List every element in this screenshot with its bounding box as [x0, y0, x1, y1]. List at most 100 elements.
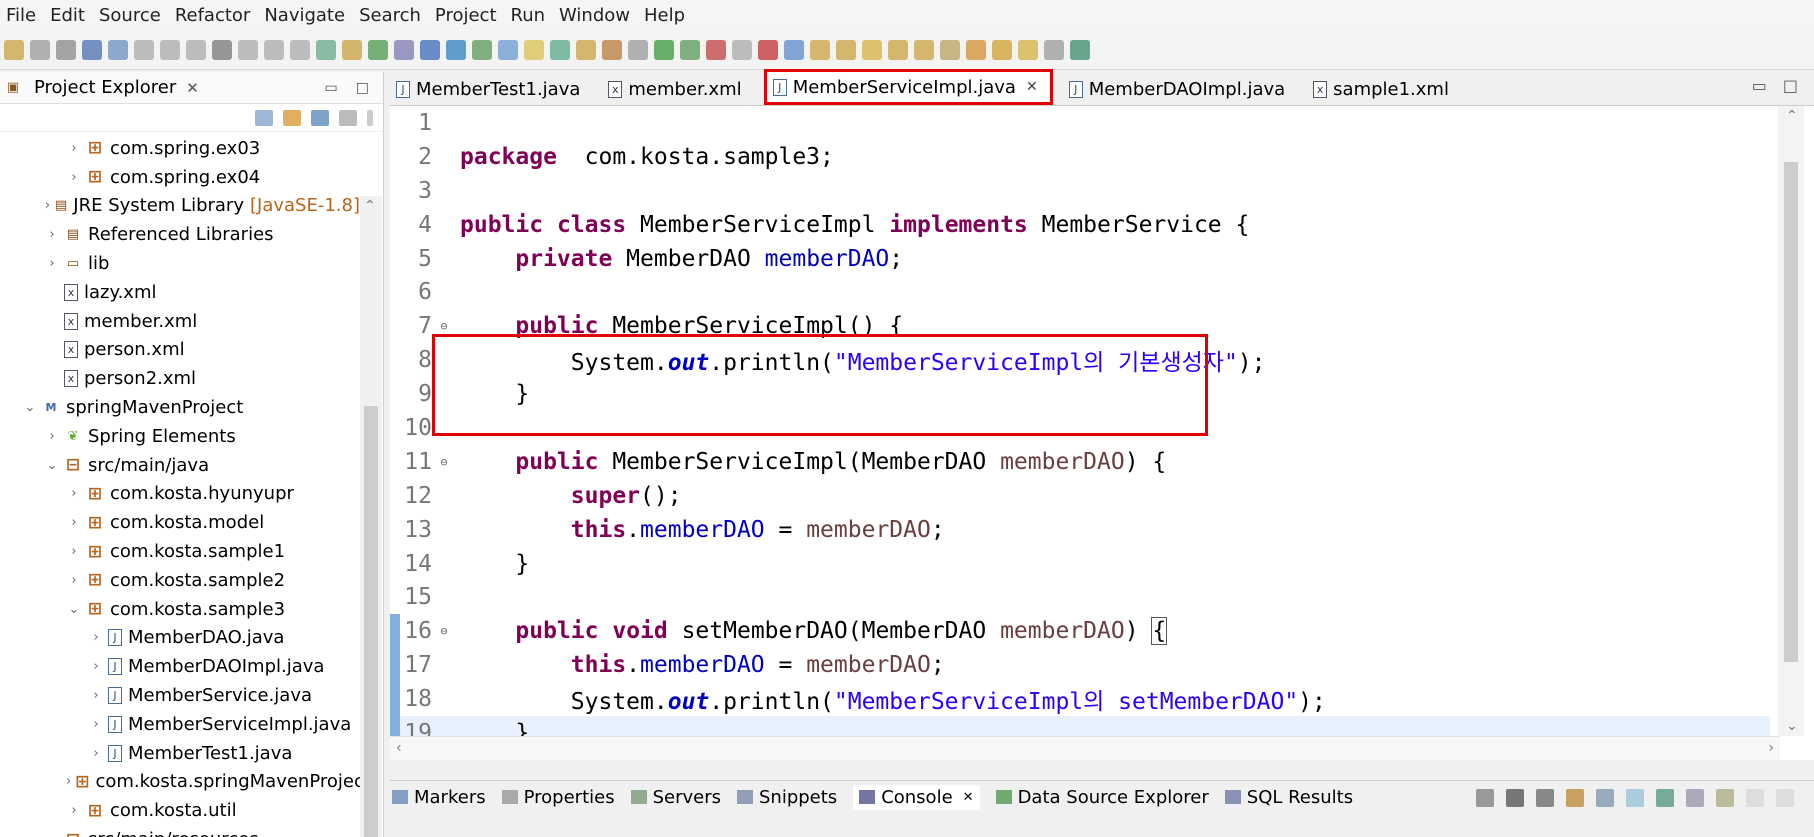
clear-console-icon[interactable]: [1566, 789, 1584, 807]
collapsed-arrow-icon[interactable]: ›: [88, 688, 104, 703]
maximize-icon[interactable]: □: [356, 80, 369, 96]
tree-item[interactable]: › ▤ JRE System Library [JavaSE-1.8]: [0, 192, 360, 221]
toolbar-button-21-icon[interactable]: [524, 39, 544, 60]
menu-item-navigate[interactable]: Navigate: [264, 5, 345, 26]
toolbar-button-10-icon[interactable]: [238, 39, 258, 60]
toolbar-button-23-icon[interactable]: [576, 39, 596, 60]
toolbar-button-13-icon[interactable]: [316, 39, 336, 60]
tree-item[interactable]: › ⊞ com.kosta.model: [0, 508, 360, 537]
menu-item-run[interactable]: Run: [511, 5, 546, 26]
toolbar-button-29-icon[interactable]: [732, 39, 752, 60]
collapsed-arrow-icon[interactable]: ›: [88, 746, 104, 761]
collapsed-arrow-icon[interactable]: ›: [66, 141, 82, 156]
tree-item[interactable]: x lazy.xml: [0, 278, 360, 307]
toolbar-button-28-icon[interactable]: [706, 39, 726, 60]
display-console-icon[interactable]: [1686, 789, 1704, 807]
toolbar-button-22-icon[interactable]: [550, 39, 570, 60]
toolbar-button-27-icon[interactable]: [680, 39, 700, 60]
editor-scroll-thumb[interactable]: [1784, 162, 1798, 662]
menu-item-file[interactable]: File: [6, 5, 36, 26]
tree-item[interactable]: › ⊞ com.kosta.util: [0, 796, 360, 825]
scroll-lock-icon[interactable]: [1596, 789, 1614, 807]
toolbar-button-34-icon[interactable]: [862, 39, 882, 60]
bottom-tab[interactable]: Properties: [501, 787, 615, 808]
editor-tab[interactable]: x sample1.xml: [1307, 73, 1461, 105]
editor-tab[interactable]: x member.xml: [602, 73, 753, 105]
scroll-down-icon[interactable]: ⌄: [1786, 718, 1798, 734]
tree-item[interactable]: ⌄ ⊟ src/main/java: [0, 451, 360, 480]
menu-item-window[interactable]: Window: [559, 5, 630, 26]
tree-item[interactable]: x person2.xml: [0, 364, 360, 393]
toolbar-button-33-icon[interactable]: [836, 39, 856, 60]
toolbar-button-14-icon[interactable]: [342, 39, 362, 60]
editor-tab[interactable]: J MemberTest1.java: [390, 73, 592, 105]
word-wrap-icon[interactable]: [1626, 789, 1644, 807]
explorer-scroll-thumb[interactable]: [364, 406, 378, 837]
explorer-scrollbar[interactable]: ⌃: [360, 196, 382, 837]
fold-icon[interactable]: ⊖: [438, 319, 450, 333]
more-options-icon[interactable]: [367, 109, 373, 126]
toolbar-button-36-icon[interactable]: [914, 39, 934, 60]
tree-item[interactable]: › ⊞ com.kosta.springMavenProject: [0, 768, 371, 797]
collapsed-arrow-icon[interactable]: ›: [88, 659, 104, 674]
collapsed-arrow-icon[interactable]: ›: [66, 486, 82, 501]
close-icon[interactable]: ✕: [963, 790, 974, 805]
collapsed-arrow-icon[interactable]: ›: [44, 227, 60, 242]
minimize-icon[interactable]: ▭: [325, 80, 338, 96]
tree-item[interactable]: › J MemberDAOImpl.java: [0, 652, 360, 681]
collapsed-arrow-icon[interactable]: ›: [44, 256, 60, 271]
scroll-left-icon[interactable]: ‹: [396, 740, 402, 756]
expanded-arrow-icon[interactable]: ⌄: [22, 400, 38, 415]
tree-item[interactable]: ⌄ ⊟ src/main/resources: [0, 825, 360, 837]
toolbar-button-2-icon[interactable]: [30, 39, 50, 60]
expanded-arrow-icon[interactable]: ⌄: [44, 458, 60, 473]
toolbar-button-32-icon[interactable]: [810, 39, 830, 60]
toolbar-button-40-icon[interactable]: [1018, 39, 1038, 60]
tree-item[interactable]: › ⊞ com.kosta.sample1: [0, 537, 360, 566]
toolbar-button-9-icon[interactable]: [212, 39, 232, 60]
view-menu-icon[interactable]: [339, 109, 357, 126]
toolbar-button-26-icon[interactable]: [654, 39, 674, 60]
close-icon[interactable]: ✕: [186, 79, 199, 97]
tree-item[interactable]: › ⊞ com.spring.ex04: [0, 163, 360, 192]
tree-item[interactable]: ⌄ ⊞ com.kosta.sample3: [0, 595, 360, 624]
toolbar-button-24-icon[interactable]: [602, 39, 622, 60]
remove-all-icon[interactable]: [1536, 789, 1554, 807]
menu-item-refactor[interactable]: Refactor: [175, 5, 251, 26]
toolbar-button-37-icon[interactable]: [940, 39, 960, 60]
toolbar-button-39-icon[interactable]: [992, 39, 1012, 60]
menu-item-search[interactable]: Search: [359, 5, 421, 26]
toolbar-button-42-icon[interactable]: [1070, 39, 1090, 60]
editor-scrollbar[interactable]: ⌃ ⌄: [1778, 106, 1804, 736]
collapsed-arrow-icon[interactable]: ›: [88, 630, 104, 645]
code-editor[interactable]: 1 2 package com.kosta.sample3; 3 4 public cla…: [390, 106, 1770, 736]
link-editor-icon[interactable]: [283, 109, 301, 126]
editor-tab[interactable]: J MemberDAOImpl.java: [1063, 73, 1297, 105]
toolbar-button-5-icon[interactable]: [108, 39, 128, 60]
tree-item[interactable]: › J MemberTest1.java: [0, 739, 360, 768]
tree-item[interactable]: › ⊞ com.kosta.sample2: [0, 566, 360, 595]
maximize-icon[interactable]: [1776, 789, 1794, 807]
filter-icon[interactable]: [311, 109, 329, 126]
tree-item[interactable]: › J MemberDAO.java: [0, 624, 360, 653]
collapsed-arrow-icon[interactable]: ›: [66, 803, 82, 818]
bottom-tab[interactable]: Snippets: [736, 787, 837, 808]
menu-item-project[interactable]: Project: [435, 5, 497, 26]
minimize-icon[interactable]: ▭: [1752, 76, 1767, 95]
toolbar-button-17-icon[interactable]: [420, 39, 440, 60]
scroll-up-icon[interactable]: ⌃: [364, 198, 376, 214]
collapsed-arrow-icon[interactable]: ›: [66, 515, 82, 530]
collapse-all-icon[interactable]: [255, 109, 273, 126]
scroll-up-icon[interactable]: ⌃: [1786, 108, 1798, 124]
bottom-tab[interactable]: Console ✕: [853, 784, 980, 810]
tree-item[interactable]: x person.xml: [0, 336, 360, 365]
editor-horizontal-scrollbar[interactable]: ‹ ›: [390, 736, 1780, 760]
pin-console-icon[interactable]: [1656, 789, 1674, 807]
toolbar-button-38-icon[interactable]: [966, 39, 986, 60]
tree-item[interactable]: › J MemberService.java: [0, 681, 360, 710]
toolbar-button-20-icon[interactable]: [498, 39, 518, 60]
collapsed-arrow-icon[interactable]: ›: [66, 170, 82, 185]
toolbar-button-15-icon[interactable]: [368, 39, 388, 60]
terminate-icon[interactable]: [1476, 789, 1494, 807]
tree-item[interactable]: › ❦ Spring Elements: [0, 422, 360, 451]
